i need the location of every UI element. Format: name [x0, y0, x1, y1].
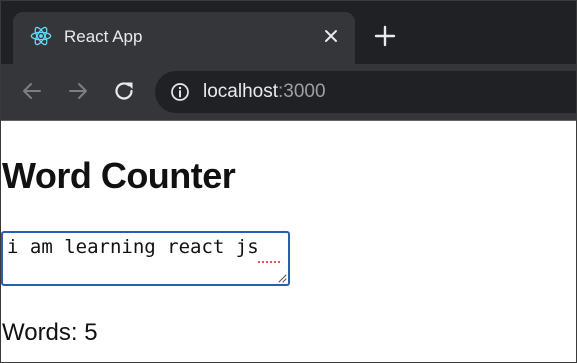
page-content: Word Counter i am learning react js Word… — [1, 121, 576, 362]
url-port: :3000 — [278, 81, 326, 102]
tab-strip: React App — [1, 1, 576, 64]
info-icon[interactable] — [170, 82, 190, 102]
url-text: localhost:3000 — [203, 81, 326, 103]
word-count: Words: 5 — [2, 319, 98, 346]
page-title: Word Counter — [2, 155, 236, 196]
plus-icon[interactable] — [374, 25, 396, 47]
react-logo-icon — [30, 26, 52, 46]
browser-window: React App localhost:3000 Word Counter i … — [0, 0, 577, 363]
arrow-right-icon[interactable] — [66, 79, 90, 103]
browser-toolbar: localhost:3000 — [1, 64, 576, 121]
url-host: localhost — [203, 81, 278, 102]
reload-icon[interactable] — [112, 79, 136, 103]
tab-title: React App — [64, 27, 143, 46]
tab-react-app[interactable]: React App — [13, 12, 355, 64]
close-icon[interactable] — [322, 27, 340, 45]
textarea-value: i am learning react js — [7, 236, 259, 258]
word-input-textarea[interactable]: i am learning react js — [1, 231, 290, 286]
arrow-left-icon[interactable] — [20, 79, 44, 103]
resize-handle-icon[interactable] — [277, 273, 287, 283]
address-bar[interactable]: localhost:3000 — [155, 71, 576, 113]
spellcheck-underline — [257, 260, 281, 264]
